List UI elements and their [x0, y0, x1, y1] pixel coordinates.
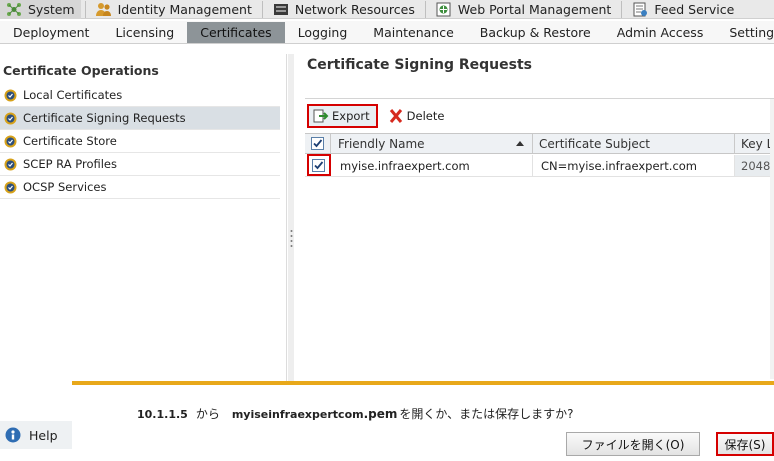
checkbox-highlight	[307, 154, 331, 176]
download-from-text: から	[195, 407, 220, 421]
select-all-cell	[305, 134, 331, 153]
sidebar-item-certificate-signing-requests[interactable]: Certificate Signing Requests	[0, 107, 280, 130]
certificate-badge-icon	[4, 112, 17, 124]
download-question: を開くか、または保存しますか?	[399, 407, 574, 421]
feed-icon	[633, 2, 648, 16]
toolbar: Export Delete	[305, 102, 774, 130]
tab-logging[interactable]: Logging	[285, 22, 361, 43]
certificate-operations-list: Local Certificates Certificate Signing R…	[0, 84, 280, 199]
export-button[interactable]: Export	[307, 104, 378, 128]
open-file-button[interactable]: ファイルを開く(O)	[566, 432, 700, 456]
tab-maintenance[interactable]: Maintenance	[360, 22, 467, 43]
top-nav-network-resources[interactable]: Network Resources	[267, 0, 421, 19]
export-icon	[313, 109, 329, 123]
cell-friendly-name: myise.infraexpert.com	[331, 155, 533, 176]
sort-ascending-icon	[516, 141, 524, 146]
delete-icon	[389, 109, 402, 123]
select-all-checkbox[interactable]	[311, 137, 324, 150]
splitter-grip-icon[interactable]	[290, 229, 293, 251]
nav-divider	[84, 0, 86, 18]
tab-admin-access[interactable]: Admin Access	[604, 22, 717, 43]
cell-certificate-subject: CN=myise.infraexpert.com	[533, 155, 735, 176]
tab-licensing[interactable]: Licensing	[102, 22, 187, 43]
tab-certificates[interactable]: Certificates	[187, 21, 285, 43]
download-filename: myiseinfraexpertcom	[231, 408, 364, 421]
sidebar-item-ocsp-services[interactable]: OCSP Services	[0, 176, 280, 199]
grid-header: Friendly Name Certificate Subject Key Le	[305, 133, 774, 154]
nav-divider	[621, 0, 623, 18]
page-title: Certificate Signing Requests	[307, 57, 532, 73]
web-portal-icon	[436, 2, 451, 16]
help-icon	[5, 427, 21, 443]
sub-nav: Deployment Licensing Certificates Loggin…	[0, 21, 774, 44]
top-nav-web-portal-management[interactable]: Web Portal Management	[430, 0, 617, 19]
certificate-badge-icon	[4, 89, 17, 101]
top-nav: System Identity Management Network Resou…	[0, 0, 774, 19]
download-notification-bar: 10.1.1.5 から myiseinfraexpertcom .pem を開く…	[72, 381, 774, 461]
top-nav-system[interactable]: System	[0, 0, 81, 19]
certificate-badge-icon	[4, 135, 17, 147]
title-divider	[305, 98, 774, 99]
download-extension: .pem	[363, 407, 398, 421]
top-nav-identity-management[interactable]: Identity Management	[90, 0, 258, 19]
download-host: 10.1.1.5	[137, 408, 188, 421]
save-button[interactable]: 保存(S)	[716, 432, 774, 456]
nav-divider	[261, 0, 263, 18]
top-nav-feed-service[interactable]: Feed Service	[626, 0, 740, 19]
cell-key-length: 2048	[735, 155, 774, 176]
network-icon	[273, 3, 288, 15]
system-icon	[7, 2, 21, 16]
sidebar-item-scep-ra-profiles[interactable]: SCEP RA Profiles	[0, 153, 280, 176]
delete-button[interactable]: Delete	[384, 104, 451, 128]
column-header-friendly-name[interactable]: Friendly Name	[331, 134, 533, 153]
scroll-edge	[770, 99, 774, 379]
tab-backup-restore[interactable]: Backup & Restore	[467, 22, 604, 43]
left-panel-title: Certificate Operations	[3, 63, 159, 78]
identity-icon	[95, 2, 111, 16]
table-row[interactable]: myise.infraexpert.com CN=myise.infraexpe…	[305, 155, 774, 177]
sidebar-item-local-certificates[interactable]: Local Certificates	[0, 84, 280, 107]
help-link[interactable]: Help	[0, 421, 72, 449]
column-header-certificate-subject[interactable]: Certificate Subject	[533, 134, 735, 153]
certificate-badge-icon	[4, 181, 17, 193]
tab-deployment[interactable]: Deployment	[0, 22, 102, 43]
checkmark-icon	[313, 139, 323, 148]
certificate-badge-icon	[4, 158, 17, 170]
sidebar-item-certificate-store[interactable]: Certificate Store	[0, 130, 280, 153]
nav-divider	[424, 0, 426, 18]
download-message: 10.1.1.5 から myiseinfraexpertcom .pem を開く…	[137, 405, 574, 422]
tab-settings[interactable]: Settings	[716, 22, 774, 43]
column-header-key-length[interactable]: Key Le	[735, 134, 774, 153]
